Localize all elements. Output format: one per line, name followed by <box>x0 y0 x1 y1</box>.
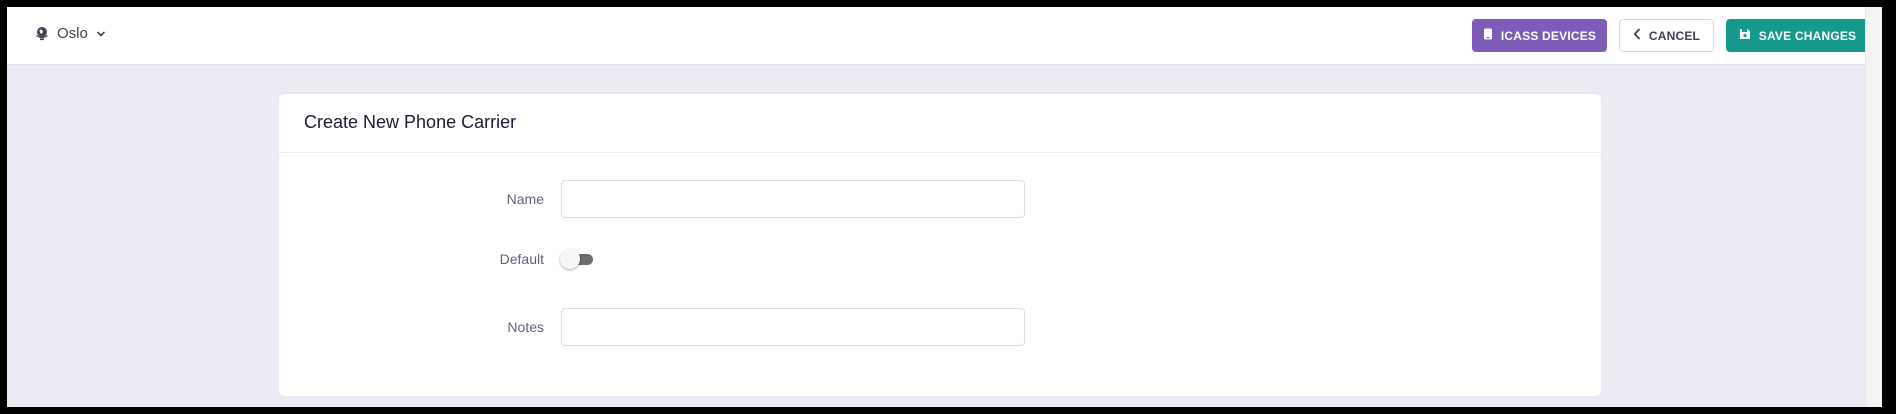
top-toolbar: Oslo ICASS DEVICES CANCEL SAVE CHANGES <box>7 7 1869 64</box>
notes-input[interactable] <box>561 308 1025 346</box>
location-selector[interactable]: Oslo <box>35 25 106 42</box>
floppy-disk-icon <box>1739 28 1751 43</box>
icass-devices-button[interactable]: ICASS DEVICES <box>1472 19 1607 52</box>
toggle-knob <box>560 249 580 269</box>
location-label: Oslo <box>57 25 88 42</box>
cancel-button[interactable]: CANCEL <box>1619 19 1714 52</box>
default-label: Default <box>499 251 544 267</box>
default-row: Default <box>279 249 593 269</box>
page-title: Create New Phone Carrier <box>304 111 517 132</box>
notes-row: Notes <box>279 308 1025 346</box>
chevron-left-icon <box>1633 28 1641 43</box>
save-changes-label: SAVE CHANGES <box>1758 28 1857 43</box>
chevron-down-icon <box>96 30 106 38</box>
name-row: Name <box>279 180 1025 218</box>
app-window: Oslo ICASS DEVICES CANCEL SAVE CHANGES C… <box>7 7 1882 407</box>
globe-icon <box>35 26 49 41</box>
tablet-icon <box>1483 28 1493 43</box>
default-toggle[interactable] <box>560 249 593 269</box>
name-label: Name <box>506 191 544 207</box>
card-header: Create New Phone Carrier <box>279 94 1601 153</box>
phone-carrier-form-card: Create New Phone Carrier Name Default No… <box>279 94 1601 396</box>
notes-label: Notes <box>507 319 544 335</box>
cancel-label: CANCEL <box>1648 28 1701 43</box>
icass-devices-label: ICASS DEVICES <box>1500 28 1597 43</box>
vertical-scrollbar[interactable] <box>1865 7 1882 407</box>
name-input[interactable] <box>561 180 1025 218</box>
save-changes-button[interactable]: SAVE CHANGES <box>1726 19 1869 52</box>
